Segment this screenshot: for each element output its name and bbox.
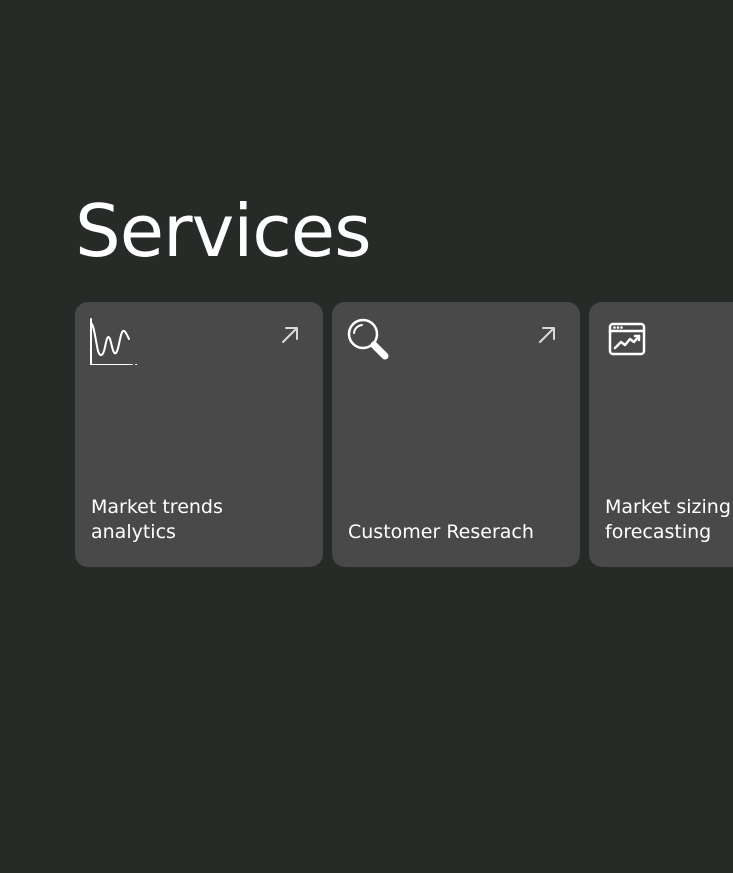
service-label: Market trends analytics	[91, 495, 309, 545]
services-list: Market trends analytics Customer Reserac…	[75, 302, 733, 568]
arrow-up-right-icon[interactable]	[279, 324, 301, 346]
page-title: Services	[75, 189, 372, 273]
service-label: Customer Reserach	[348, 520, 566, 545]
service-label-line: Market sizing	[605, 496, 731, 518]
service-label-line: Customer Reserach	[348, 521, 534, 543]
service-card-customer-research[interactable]: Customer Reserach	[332, 302, 580, 567]
magnifier-icon	[347, 318, 389, 360]
browser-chart-icon	[608, 322, 646, 356]
service-label-line: analytics	[91, 521, 176, 543]
service-card-market-trends[interactable]: Market trends analytics	[75, 302, 323, 567]
service-card-market-sizing[interactable]: Market sizing forecasting	[589, 302, 733, 567]
line-chart-icon	[90, 318, 137, 365]
arrow-up-right-icon[interactable]	[536, 324, 558, 346]
service-label-line: forecasting	[605, 521, 712, 543]
service-label-line: Market trends	[91, 496, 223, 518]
service-label: Market sizing forecasting	[605, 495, 733, 545]
